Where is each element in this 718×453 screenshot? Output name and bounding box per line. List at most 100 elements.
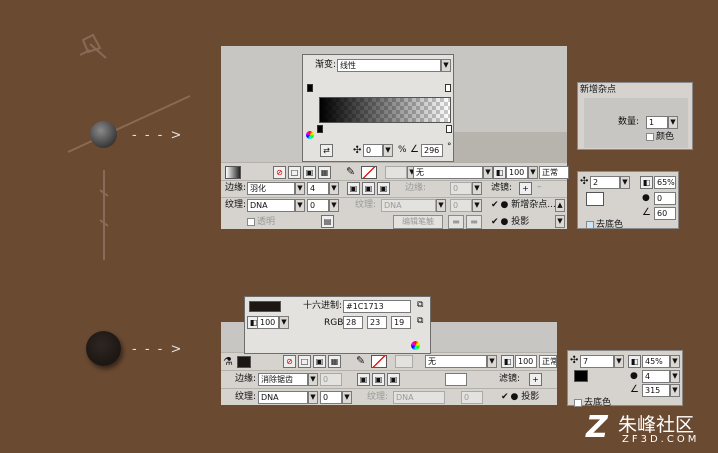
no-fill-icon[interactable]: ⊘ [283,355,296,368]
stroke-swatch[interactable] [371,355,387,368]
knockout-checkbox[interactable]: 去底色 [586,220,623,231]
edge-select[interactable]: 消除锯齿 [258,373,308,386]
add-filter-icon[interactable]: + [519,182,532,195]
texture2-select[interactable]: DNA [381,199,436,212]
remove-filter-icon[interactable]: – [537,182,542,192]
gradient-type-select[interactable]: 线性 [337,59,441,72]
shadow-angle-field[interactable]: 60 [654,207,676,220]
texture2-amount-field[interactable]: 0 [450,199,472,212]
gradient-type-dropdown[interactable]: ▼ [441,59,451,72]
stroke-swatch[interactable] [361,166,377,179]
stroke-option-button-1[interactable]: ▬ [448,215,464,229]
edge-select[interactable]: 羽化 [247,182,295,195]
opacity-dropdown[interactable]: ▼ [528,166,538,179]
gradient-preview[interactable] [319,97,451,123]
check-icon[interactable]: ✔ [491,217,499,227]
shadow-softness-field[interactable]: 4 [642,370,670,383]
solid-fill-icon[interactable]: □ [288,166,301,179]
add-filter-icon[interactable]: + [529,373,542,386]
noise-amount-field[interactable]: 1 [646,116,668,129]
stroke-type-select[interactable]: 无 [425,355,487,368]
pattern-fill-icon[interactable]: ▦ [318,166,331,179]
stroke-option-button-2[interactable]: ▬ [466,215,482,229]
texture-dropdown[interactable]: ▼ [308,391,318,404]
stroke-inside-icon[interactable]: ▣ [357,373,370,386]
texture2-amount-field[interactable]: 0 [461,391,483,404]
shadow-color-swatch[interactable] [574,370,588,382]
edge-amount-field[interactable]: 4 [307,182,329,195]
stroke-type-dropdown[interactable]: ▼ [483,166,493,179]
fill-swatch[interactable] [237,356,251,368]
shadow-distance-dropdown[interactable]: ▼ [620,176,630,189]
filter-list-scroll-up[interactable]: ▲ [555,199,565,212]
copy-rgb-icon[interactable]: ⧉ [417,316,423,326]
shadow-softness-field[interactable]: 0 [654,192,676,205]
texture-amount-dropdown[interactable]: ▼ [329,199,339,212]
stroke-center-icon[interactable]: ▣ [372,373,385,386]
texture-amount-field[interactable]: 0 [320,391,342,404]
filter-item-shadow[interactable]: ✔ ● 投影 [501,392,539,403]
shadow-opacity-dropdown[interactable]: ▼ [670,355,680,368]
stroke-size-field[interactable] [395,355,413,368]
gradient-offset-dropdown[interactable]: ▼ [383,144,393,157]
stroke-type-dropdown[interactable]: ▼ [487,355,497,368]
edge2-amount-dropdown[interactable]: ▼ [472,182,482,195]
pattern-fill-icon[interactable]: ▦ [328,355,341,368]
opacity-stop-right[interactable] [445,84,451,92]
no-fill-icon[interactable]: ⊘ [273,166,286,179]
filter-item-noise[interactable]: ✔ ● 新增杂点... [491,200,556,211]
filter-list-scroll-down[interactable]: ▼ [555,215,565,228]
color-wheel-icon[interactable] [411,341,420,350]
shadow-opacity-field[interactable]: 65% [654,176,676,189]
texture2-dropdown[interactable]: ▼ [436,199,446,212]
transparent-checkbox[interactable]: 透明 [247,217,275,228]
gradient-fill-icon[interactable]: ▣ [303,166,316,179]
shadow-distance-field[interactable]: 7 [580,355,614,368]
edit-stroke-button[interactable]: 编辑笔触 [393,215,443,229]
color-wheel-icon[interactable] [306,131,314,139]
color-stop-left[interactable] [317,125,323,133]
pencil-icon[interactable]: ✎ [356,354,365,367]
stroke-inside-icon[interactable]: ▣ [347,182,360,195]
stroke-size-field[interactable] [385,166,407,179]
blend-mode-select[interactable]: 正常 [539,166,569,179]
edge-amount-field[interactable]: 0 [320,373,342,386]
opacity-field[interactable]: 100 [515,355,537,368]
opacity-stop-left[interactable] [307,84,313,92]
texture2-select[interactable]: DNA [393,391,445,404]
eyedropper-icon[interactable]: ⧉ [417,300,423,310]
texture-select[interactable]: DNA [247,199,295,212]
noise-amount-dropdown[interactable]: ▼ [668,116,678,129]
check-icon[interactable]: ✔ [501,392,509,402]
fill-swatch[interactable] [225,166,241,179]
color-stop-right[interactable] [446,125,452,133]
shadow-angle-field[interactable]: 315 [642,384,670,397]
stroke-outside-icon[interactable]: ▣ [387,373,400,386]
texture-dropdown[interactable]: ▼ [295,199,305,212]
green-field[interactable]: 23 [367,316,387,329]
filter-item-shadow[interactable]: ✔ ● 投影 [491,217,529,228]
edge-amount-dropdown[interactable]: ▼ [329,182,339,195]
reverse-gradient-icon[interactable]: ⇄ [320,144,333,157]
shadow-color-swatch[interactable] [586,192,604,206]
check-icon[interactable]: ✔ [491,200,499,210]
texture-amount-dropdown[interactable]: ▼ [342,391,352,404]
color-opacity-field[interactable]: 100 [257,316,279,329]
stroke-outside-icon[interactable]: ▣ [377,182,390,195]
shadow-distance-field[interactable]: 2 [590,176,620,189]
stroke-center-icon[interactable]: ▣ [362,182,375,195]
edge-dropdown[interactable]: ▼ [295,182,305,195]
shadow-opacity-field[interactable]: 45% [642,355,670,368]
solid-fill-icon[interactable]: □ [298,355,311,368]
texture2-amount-dropdown[interactable]: ▼ [472,199,482,212]
shadow-distance-dropdown[interactable]: ▼ [614,355,624,368]
blend-mode-select[interactable]: 正常 [539,355,557,368]
pencil-icon[interactable]: ✎ [346,165,355,178]
gradient-angle-field[interactable]: 296 [421,144,443,157]
edge2-amount-field[interactable] [445,373,467,386]
opacity-field[interactable]: 100 [506,166,528,179]
color-opacity-dropdown[interactable]: ▼ [279,316,289,329]
texture-options-icon[interactable]: ▤ [321,215,334,228]
edge-dropdown[interactable]: ▼ [308,373,318,386]
blue-field[interactable]: 19 [391,316,411,329]
